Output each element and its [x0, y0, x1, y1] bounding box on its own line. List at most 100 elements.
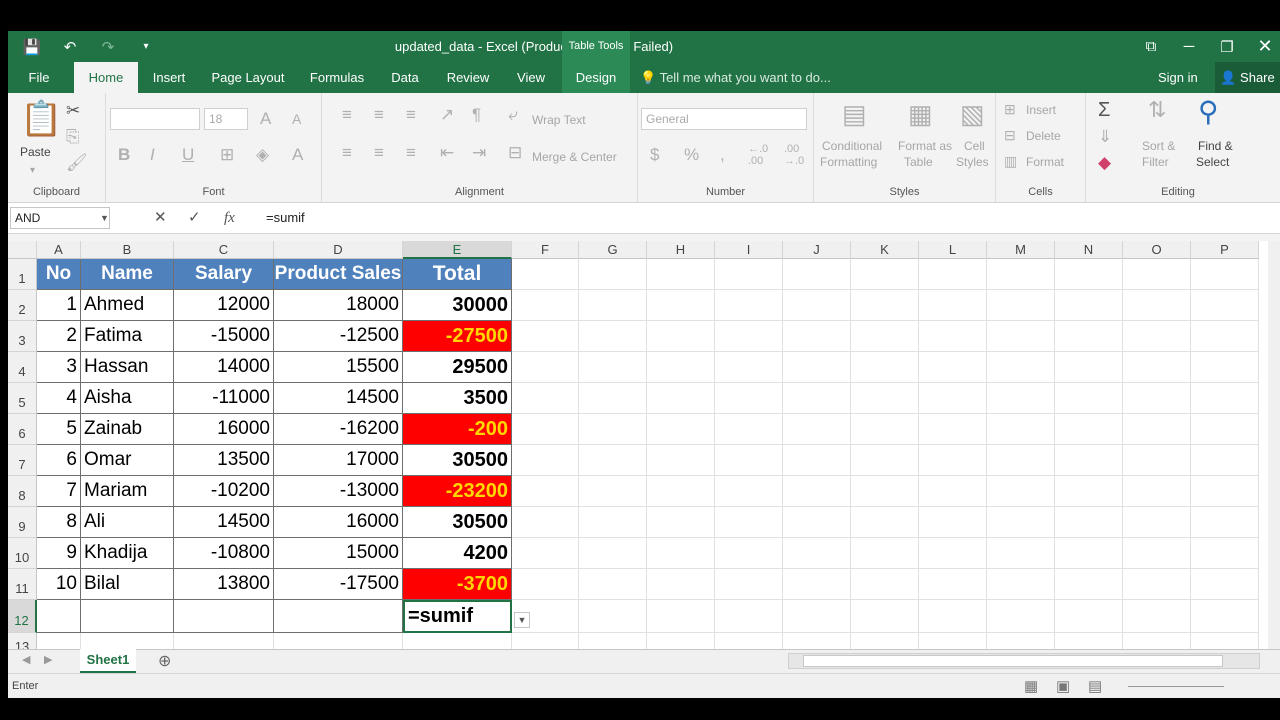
cell[interactable] [919, 633, 987, 649]
number-format-box[interactable]: General [641, 108, 807, 130]
cell[interactable] [987, 321, 1055, 352]
table-cell[interactable]: 7 [37, 476, 81, 507]
row-header-2[interactable]: 2 [8, 290, 37, 321]
percent-icon[interactable]: % [684, 145, 699, 165]
cell[interactable] [783, 476, 851, 507]
cell[interactable] [1191, 507, 1259, 538]
cell[interactable] [783, 507, 851, 538]
insert-cells-label[interactable]: Insert [1026, 103, 1056, 117]
cell[interactable] [1123, 383, 1191, 414]
decrease-decimal-icon[interactable]: .00 →.0 [784, 143, 804, 167]
table-cell[interactable]: Omar [81, 445, 174, 476]
align-center-icon[interactable]: ≡ [374, 143, 384, 163]
table-cell[interactable]: 30500 [403, 507, 512, 538]
table-cell[interactable]: 18000 [274, 290, 403, 321]
cell[interactable] [512, 383, 579, 414]
cell[interactable] [715, 290, 783, 321]
cell[interactable] [1191, 600, 1259, 633]
table-cell[interactable]: -23200 [403, 476, 512, 507]
cell[interactable] [512, 445, 579, 476]
cell[interactable] [919, 476, 987, 507]
cell[interactable] [715, 445, 783, 476]
active-cell-e12[interactable]: =sumif [403, 600, 512, 633]
cell[interactable] [1055, 321, 1123, 352]
tab-page-layout[interactable]: Page Layout [206, 62, 290, 93]
cell[interactable] [987, 600, 1055, 633]
table-cell[interactable]: 1 [37, 290, 81, 321]
font-name-box[interactable] [110, 108, 200, 130]
tab-home[interactable]: Home [74, 62, 138, 93]
cell[interactable] [715, 383, 783, 414]
cell[interactable] [1191, 633, 1259, 649]
page-break-view-icon[interactable]: ▤ [1088, 677, 1102, 695]
cell[interactable] [919, 600, 987, 633]
delete-cells-icon[interactable]: ⊟ [1004, 127, 1016, 144]
cell[interactable] [987, 633, 1055, 649]
sign-in-link[interactable]: Sign in [1158, 62, 1198, 93]
cell[interactable] [647, 290, 715, 321]
cell[interactable] [783, 633, 851, 649]
table-cell[interactable]: Bilal [81, 569, 174, 600]
cell[interactable] [647, 445, 715, 476]
cell[interactable] [783, 569, 851, 600]
cell[interactable] [783, 352, 851, 383]
column-header-k[interactable]: K [851, 241, 919, 259]
cell[interactable] [851, 414, 919, 445]
cell[interactable] [715, 259, 783, 290]
cell[interactable] [987, 259, 1055, 290]
table-cell[interactable]: 16000 [174, 414, 274, 445]
cell[interactable] [1191, 569, 1259, 600]
orientation-icon[interactable]: ↗ [440, 105, 454, 125]
underline-icon[interactable]: U [182, 145, 194, 165]
cell[interactable] [1055, 507, 1123, 538]
name-box[interactable]: AND [10, 207, 110, 229]
cancel-icon[interactable]: ✕ [154, 203, 167, 233]
cell[interactable] [783, 414, 851, 445]
cell[interactable] [1055, 290, 1123, 321]
bold-icon[interactable]: B [118, 145, 130, 165]
cell[interactable] [1055, 259, 1123, 290]
comma-icon[interactable]: , [720, 145, 725, 165]
cell[interactable] [512, 507, 579, 538]
cell[interactable] [715, 352, 783, 383]
cell[interactable] [1055, 445, 1123, 476]
font-color-icon[interactable]: A [292, 145, 303, 165]
tab-data[interactable]: Data [382, 62, 428, 93]
tab-file[interactable]: File [8, 62, 70, 93]
cell[interactable] [1055, 569, 1123, 600]
cell[interactable] [919, 259, 987, 290]
sort-filter-label-2[interactable]: Filter [1142, 155, 1169, 169]
table-cell[interactable]: 14000 [174, 352, 274, 383]
cell[interactable] [851, 383, 919, 414]
row-header-6[interactable]: 6 [8, 414, 37, 445]
table-cell[interactable]: Aisha [81, 383, 174, 414]
autosum-icon[interactable]: Σ [1098, 99, 1110, 122]
table-cell[interactable]: 3500 [403, 383, 512, 414]
cell[interactable] [783, 538, 851, 569]
minimize-icon[interactable]: ─ [1170, 31, 1208, 62]
cell[interactable] [783, 383, 851, 414]
page-layout-view-icon[interactable]: ▣ [1056, 677, 1070, 695]
cell[interactable] [987, 476, 1055, 507]
cell[interactable] [579, 259, 647, 290]
cell[interactable] [987, 507, 1055, 538]
worksheet-grid[interactable]: A B C D E F G H I J K L M N O P 1 2 3 4 5 6 7 8 9 10 11 12 13 No Name S… [8, 241, 1268, 649]
cell[interactable] [715, 414, 783, 445]
row-header-13[interactable]: 13 [8, 633, 37, 649]
cell[interactable] [851, 633, 919, 649]
cell[interactable] [579, 538, 647, 569]
table-header-total[interactable]: Total [403, 259, 512, 290]
cell-styles-label-2[interactable]: Styles [956, 155, 989, 169]
row-header-10[interactable]: 10 [8, 538, 37, 569]
horizontal-scrollbar[interactable] [788, 653, 1260, 669]
table-cell[interactable]: Khadija [81, 538, 174, 569]
table-cell[interactable]: 16000 [274, 507, 403, 538]
cell[interactable] [851, 600, 919, 633]
cell[interactable] [1191, 290, 1259, 321]
table-cell[interactable]: -10800 [174, 538, 274, 569]
table-cell[interactable]: 6 [37, 445, 81, 476]
conditional-formatting-label-2[interactable]: Formatting [820, 155, 877, 169]
cell[interactable] [783, 445, 851, 476]
sort-filter-label-1[interactable]: Sort & [1142, 139, 1175, 153]
column-header-l[interactable]: L [919, 241, 987, 259]
